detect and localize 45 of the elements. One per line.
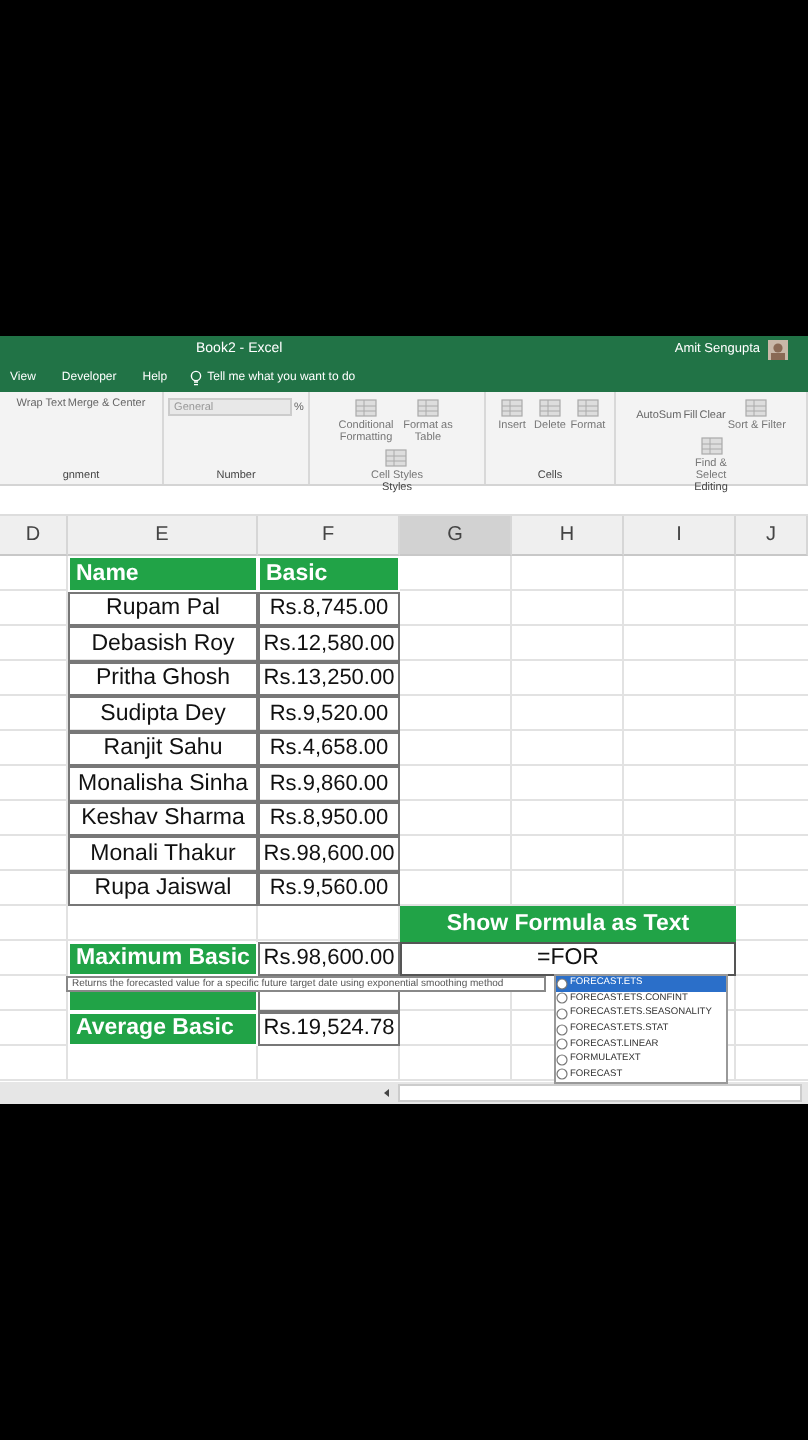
table-cell: Pritha Ghosh (68, 661, 258, 696)
column-header[interactable]: F (258, 516, 400, 556)
table-cell: Ranjit Sahu (68, 731, 258, 766)
section-heading: Show Formula as Text (400, 906, 736, 941)
ribbon-command-icon (500, 398, 524, 418)
column-header[interactable]: G (400, 516, 512, 556)
ribbon-command-icon (384, 448, 409, 469)
user-avatar[interactable] (768, 339, 788, 359)
ribbon-command-icon (576, 398, 600, 418)
table-header-cell: Basic (258, 556, 400, 591)
table-cell: Rs.98,600.00 (258, 836, 400, 871)
column-header[interactable]: H (512, 516, 624, 556)
ribbon-command-icon (538, 398, 562, 418)
summary-label: Maximum Basic (68, 941, 258, 976)
column-header[interactable]: E (68, 516, 258, 556)
summary-value: Rs.19,524.78 (258, 1011, 400, 1046)
summary-label: Average Basic (68, 1011, 258, 1046)
table-cell: Rupa Jaiswal (68, 871, 258, 906)
table-cell: Rs.4,658.00 (258, 731, 400, 766)
lightbulb-icon (189, 369, 202, 385)
column-header[interactable]: D (0, 516, 68, 556)
table-cell: Monalisha Sinha (68, 766, 258, 801)
ribbon-command-icon (416, 398, 440, 418)
scroll-left-icon[interactable] (380, 1085, 394, 1099)
column-header[interactable]: I (624, 516, 736, 556)
table-cell: Rs.13,250.00 (258, 661, 400, 696)
table-header-cell: Name (68, 556, 258, 591)
horizontal-scrollbar[interactable] (398, 1083, 802, 1101)
formula-input-cell[interactable]: =FOR (400, 941, 736, 976)
table-cell: Rs.8,950.00 (258, 801, 400, 836)
table-cell: Rs.9,520.00 (258, 696, 400, 731)
table-cell: Rs.12,580.00 (258, 626, 400, 661)
ribbon-command-icon (354, 398, 378, 418)
table-cell: Monali Thakur (68, 836, 258, 871)
ribbon-command-icon (699, 436, 723, 457)
column-header[interactable]: J (736, 516, 808, 556)
table-cell: Rs.9,860.00 (258, 766, 400, 801)
table-cell: Keshav Sharma (68, 801, 258, 836)
table-cell: Rupam Pal (68, 591, 258, 626)
table-cell: Debasish Roy (68, 626, 258, 661)
summary-value: Rs.98,600.00 (258, 941, 400, 976)
table-cell: Rs.8,745.00 (258, 591, 400, 626)
table-cell: Rs.9,560.00 (258, 871, 400, 906)
table-cell: Sudipta Dey (68, 696, 258, 731)
ribbon-command-icon (744, 398, 769, 418)
